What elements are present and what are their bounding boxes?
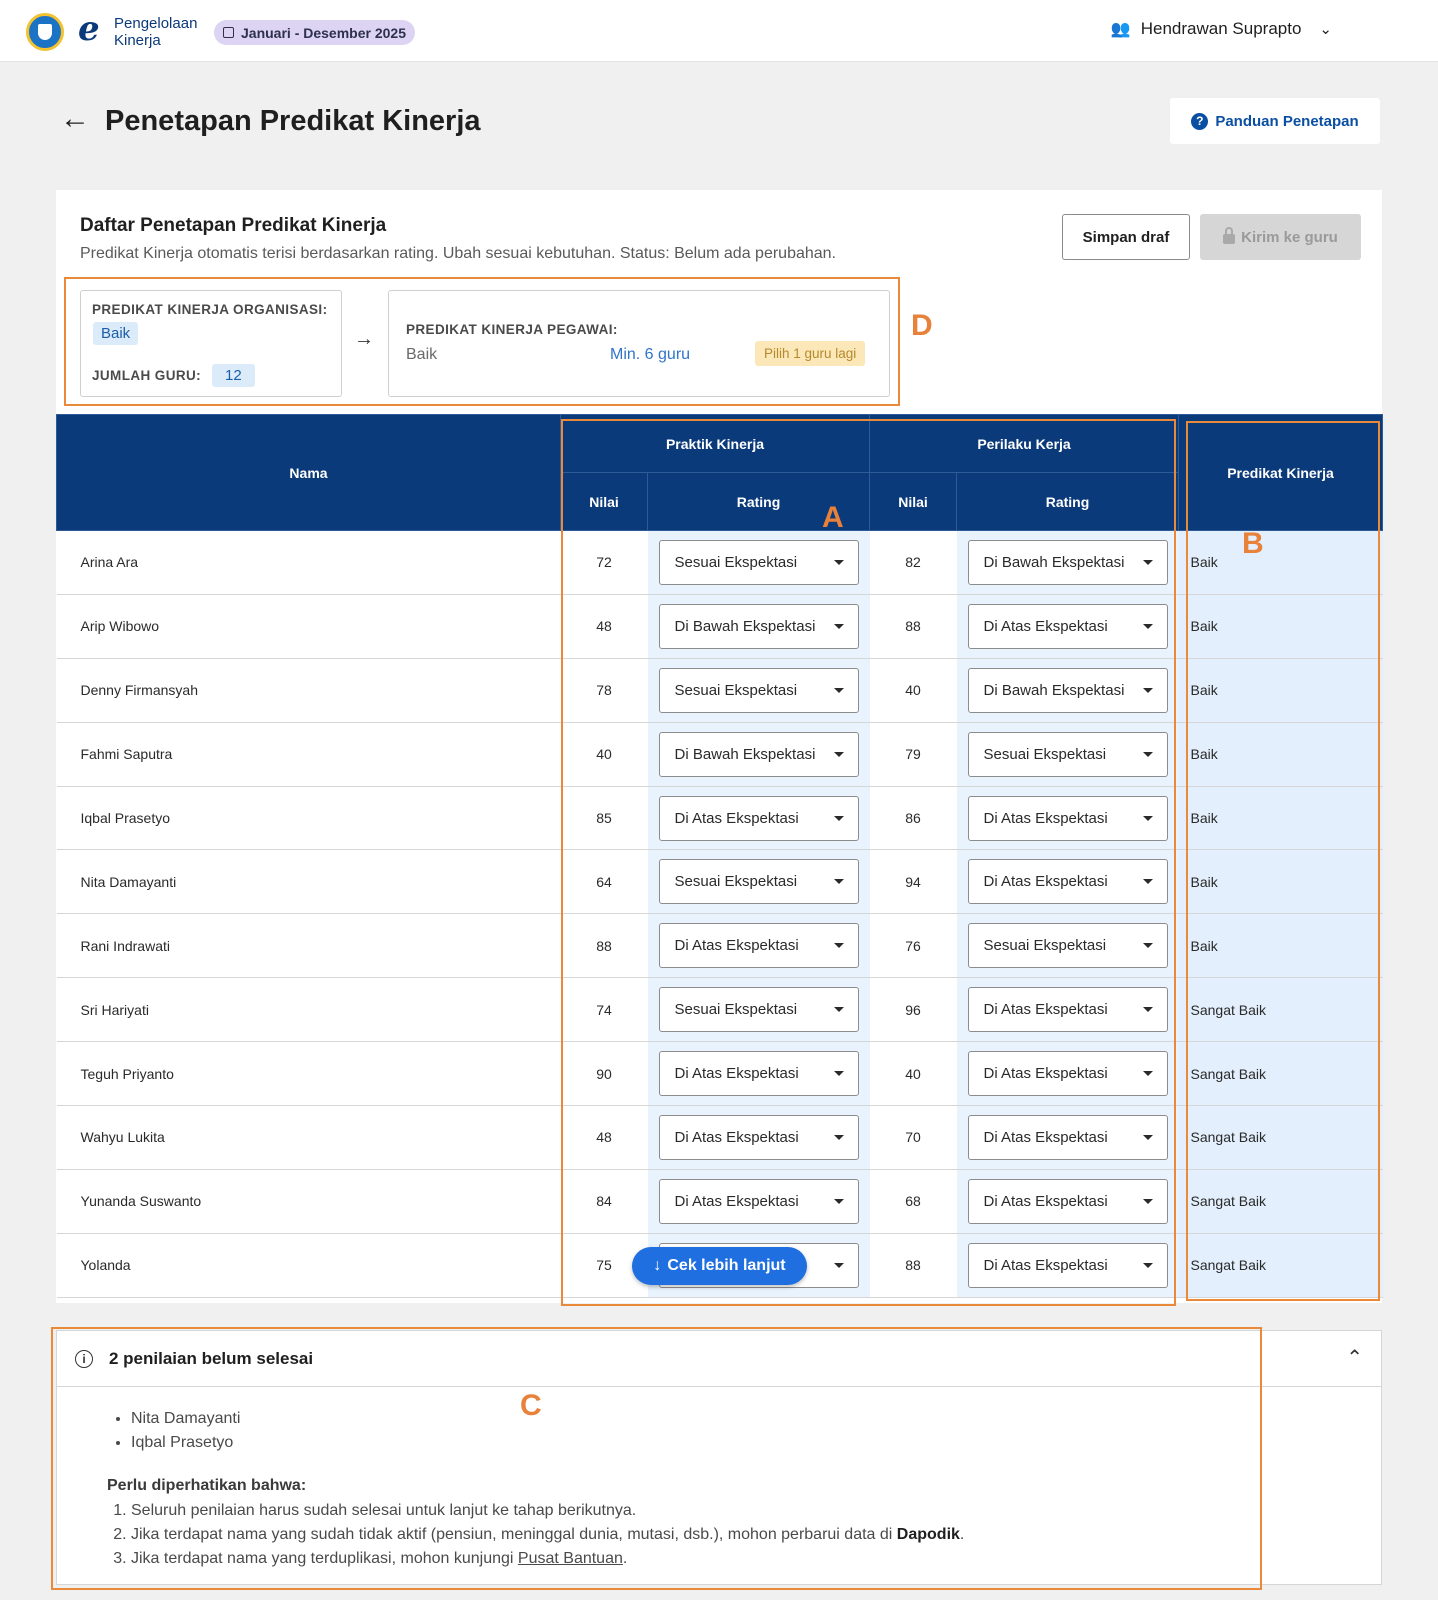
annotation-box-a — [561, 419, 1176, 1306]
annotation-box-b — [1186, 421, 1380, 1301]
app-name[interactable]: Pengelolaan Kinerja — [114, 15, 197, 49]
calendar-icon — [223, 27, 234, 38]
chevron-up-icon[interactable]: ⌃ — [1346, 1345, 1363, 1370]
save-draft-button[interactable]: Simpan draf — [1062, 214, 1190, 260]
teacher-name: Denny Firmansyah — [56, 658, 561, 723]
user-menu[interactable]: 👥 Hendrawan Suprapto ⌄ — [1111, 19, 1332, 39]
teacher-name: Rani Indrawati — [56, 913, 561, 979]
top-bar: e Pengelolaan Kinerja Januari - Desember… — [0, 0, 1438, 62]
send-button-label: Kirim ke guru — [1241, 228, 1338, 246]
col-header-name: Nama — [56, 414, 561, 531]
annotation-label-b: B — [1242, 527, 1264, 560]
annotation-label-c: C — [520, 1389, 542, 1422]
teacher-name: Yunanda Suswanto — [56, 1169, 561, 1234]
app-name-line1: Pengelolaan — [114, 15, 198, 32]
teacher-name: Teguh Priyanto — [56, 1041, 561, 1107]
annotation-box-c — [51, 1327, 1262, 1590]
page-title: Penetapan Predikat Kinerja — [105, 105, 481, 137]
user-name: Hendrawan Suprapto — [1140, 19, 1302, 38]
app-logo-icon: e — [78, 9, 100, 49]
chevron-down-icon[interactable]: ⌄ — [1319, 20, 1332, 38]
period-badge: Januari - Desember 2025 — [214, 20, 415, 45]
card-subtitle: Predikat Kinerja otomatis terisi berdasa… — [80, 245, 836, 262]
teacher-name: Iqbal Prasetyo — [56, 786, 561, 851]
card-title: Daftar Penetapan Predikat Kinerja — [80, 215, 387, 236]
lock-icon — [1223, 227, 1236, 244]
guide-button[interactable]: ? Panduan Penetapan — [1170, 98, 1380, 144]
back-arrow-icon[interactable]: ← — [60, 104, 90, 134]
teacher-name: Yolanda — [56, 1233, 561, 1298]
teacher-name: Nita Damayanti — [56, 849, 561, 915]
users-icon: 👥 — [1110, 21, 1131, 38]
teacher-name: Arip Wibowo — [56, 594, 561, 659]
teacher-name: Wahyu Lukita — [56, 1105, 561, 1170]
ministry-logo-icon — [26, 13, 64, 51]
teacher-name: Fahmi Saputra — [56, 722, 561, 787]
annotation-label-d: D — [911, 309, 933, 342]
app-name-line2: Kinerja — [114, 32, 161, 49]
teacher-name: Arina Ara — [56, 530, 561, 595]
send-to-teacher-button[interactable]: Kirim ke guru — [1200, 214, 1361, 260]
period-label: Januari - Desember 2025 — [241, 24, 406, 41]
help-icon: ? — [1191, 112, 1209, 130]
guide-button-label: Panduan Penetapan — [1215, 112, 1359, 130]
annotation-box-d — [64, 277, 900, 406]
annotation-label-a: A — [822, 501, 844, 534]
teacher-name: Sri Hariyati — [56, 977, 561, 1043]
